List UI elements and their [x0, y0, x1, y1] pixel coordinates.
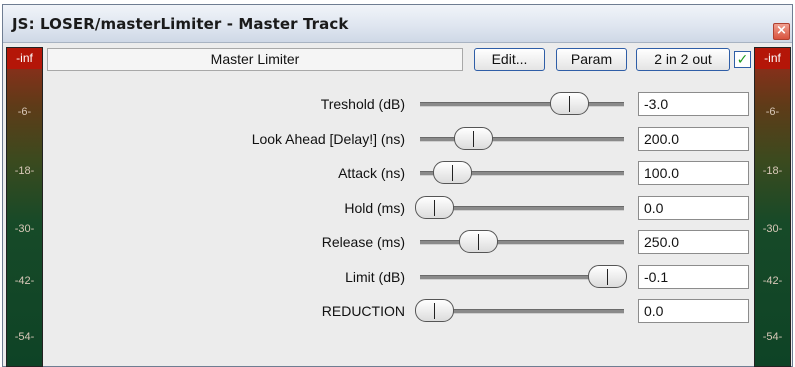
- meter-tick: -30-: [14, 223, 35, 235]
- param-slider-track[interactable]: [420, 240, 624, 245]
- param-slider-thumb[interactable]: [454, 127, 493, 150]
- io-routing-button[interactable]: 2 in 2 out: [636, 48, 730, 71]
- param-value-input[interactable]: -0.1: [638, 265, 749, 289]
- edit-button[interactable]: Edit...: [474, 48, 545, 71]
- close-icon[interactable]: ×: [773, 23, 790, 40]
- plugin-content: -inf -6- -18- -30- -42- -54- Master Limi…: [3, 43, 792, 367]
- param-slider-track[interactable]: [420, 137, 624, 142]
- meter-peak-label: -inf: [7, 48, 42, 69]
- meter-peak-label: -inf: [755, 48, 790, 69]
- window-title: JS: LOSER/masterLimiter - Master Track: [12, 15, 349, 33]
- param-slider-thumb[interactable]: [588, 265, 627, 288]
- meter-tick: -54-: [14, 331, 35, 343]
- meter-tick: -18-: [762, 165, 783, 177]
- param-slider-thumb[interactable]: [415, 299, 454, 322]
- title-bar[interactable]: JS: LOSER/masterLimiter - Master Track ×: [3, 5, 792, 43]
- param-value-input[interactable]: 0.0: [638, 196, 749, 220]
- enable-checkbox[interactable]: ✓: [734, 51, 751, 68]
- meter-tick: -30-: [762, 223, 783, 235]
- param-label: Limit (dB): [345, 269, 405, 285]
- meter-tick: -42-: [762, 275, 783, 287]
- param-slider-thumb[interactable]: [550, 92, 589, 115]
- param-label: Treshold (dB): [320, 96, 405, 112]
- input-level-meter: -inf -6- -18- -30- -42- -54-: [6, 47, 43, 367]
- param-value-input[interactable]: 200.0: [638, 127, 749, 151]
- param-label: REDUCTION: [321, 303, 405, 319]
- param-label: Release (ms): [321, 234, 405, 250]
- param-button[interactable]: Param: [556, 48, 627, 71]
- meter-tick: -6-: [765, 106, 780, 118]
- plugin-name-display: Master Limiter: [47, 48, 463, 71]
- param-label: Look Ahead [Delay!] (ns): [251, 131, 405, 147]
- param-value-input[interactable]: -3.0: [638, 92, 749, 116]
- plugin-window: JS: LOSER/masterLimiter - Master Track ×…: [2, 4, 793, 367]
- param-label: Attack (ns): [338, 165, 405, 181]
- meter-tick: -42-: [14, 275, 35, 287]
- param-slider-thumb[interactable]: [433, 161, 472, 184]
- meter-tick: -54-: [762, 331, 783, 343]
- meter-tick: -6-: [17, 106, 32, 118]
- param-label: Hold (ms): [344, 200, 405, 216]
- param-slider-thumb[interactable]: [415, 196, 454, 219]
- meter-tick: -18-: [14, 165, 35, 177]
- param-value-input[interactable]: 100.0: [638, 161, 749, 185]
- param-value-input[interactable]: 0.0: [638, 299, 749, 323]
- param-slider-thumb[interactable]: [459, 230, 498, 253]
- param-value-input[interactable]: 250.0: [638, 230, 749, 254]
- output-level-meter: -inf -6- -18- -30- -42- -54-: [754, 47, 791, 367]
- param-slider-track[interactable]: [420, 102, 624, 107]
